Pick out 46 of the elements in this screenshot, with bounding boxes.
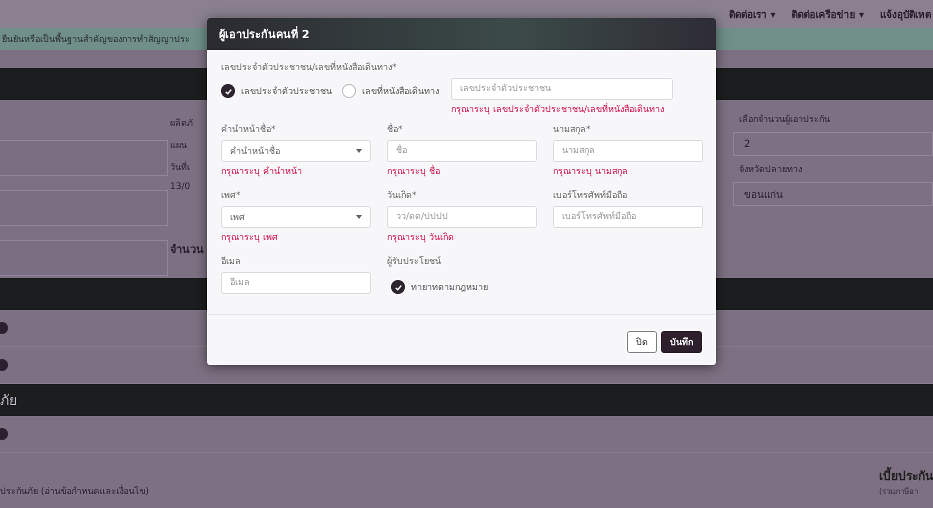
nav-link[interactable]: ติดต่อเครือข่าย ▾ xyxy=(791,6,864,22)
field-label: เลขประจำตัวประชาชน/เลขที่หนังสือเดินทาง* xyxy=(221,60,702,74)
error-text: กรุณาระบุ เลขประจำตัวประชาชน/เลขที่หนังสือเดินทาง xyxy=(451,102,673,116)
error-text: กรุณาระบุ วันเกิด xyxy=(387,232,455,244)
id-number-field[interactable]: เลขประจำตัวประชาชน xyxy=(451,78,673,100)
premium-title: เบี้ยประกัน xyxy=(879,466,933,485)
field-label: เพศ* xyxy=(221,190,242,202)
field-label: อีเมล xyxy=(221,256,242,268)
input-field[interactable]: นามสกุล xyxy=(553,140,703,162)
field-label: คำนำหน้าชื่อ* xyxy=(221,122,387,136)
error-text: กรุณาระบุ ชื่อ xyxy=(387,164,553,178)
form-label: จังหวัดปลายทาง xyxy=(738,164,803,176)
select-field[interactable]: 2 xyxy=(733,132,933,156)
input-field[interactable]: วว/ดด/ปปปป xyxy=(387,206,537,228)
select-field[interactable]: ขอนแก่น xyxy=(733,182,933,206)
caret-icon xyxy=(356,215,362,219)
error-text: กรุณาระบุ เพศ xyxy=(221,232,279,244)
caret-icon xyxy=(356,149,362,153)
select-field[interactable]: เพศ xyxy=(221,206,371,228)
modal-title: ผู้เอาประกันคนที่ 2 xyxy=(219,25,310,43)
error-text: กรุณาระบุ คำนำหน้า xyxy=(221,166,303,178)
radio-option[interactable]: เลขประจำตัวประชาชน xyxy=(221,78,332,98)
field-label: ชื่อ* xyxy=(387,122,553,136)
beneficiary-checkbox[interactable]: ทายาทตามกฎหมาย xyxy=(387,272,553,294)
input-field[interactable]: เบอร์โทรศัพท์มือถือ xyxy=(553,206,703,228)
notice-text: ยืนยันหรือเป็นพื้นฐานสำคัญของการทำสัญญาประ xyxy=(0,32,190,46)
nav-link[interactable]: แจ้งอุบัติเหต xyxy=(880,6,931,22)
field-label: วันเกิด* xyxy=(387,190,418,202)
close-button[interactable]: ปิด xyxy=(627,331,657,353)
terms-text: ประกันภัย (อ่านข้อกำหนดและเงื่อนไข) xyxy=(0,484,149,498)
form-label: เลือกจำนวนผู้เอาประกัน xyxy=(738,114,831,126)
field-label: ผู้รับประโยชน์ xyxy=(387,254,442,268)
save-button[interactable]: บันทึก xyxy=(661,331,702,353)
nav-link[interactable]: ติดต่อเรา ▾ xyxy=(728,6,776,22)
field-label: นามสกุล* xyxy=(553,124,592,136)
count-label: จำนวน xyxy=(170,242,205,258)
form-label: 13/0 xyxy=(170,182,192,192)
field-label: เบอร์โทรศัพท์มือถือ xyxy=(553,188,628,202)
error-text: กรุณาระบุ นามสกุล xyxy=(553,166,629,178)
input-field[interactable]: ชื่อ xyxy=(387,140,537,162)
section-title: ภัย xyxy=(0,392,17,411)
radio-option[interactable]: เลขที่หนังสือเดินทาง xyxy=(342,78,439,98)
form-label: แผน xyxy=(170,140,188,152)
select-field[interactable]: คำนำหน้าชื่อ xyxy=(221,140,371,162)
input-field[interactable]: อีเมล xyxy=(221,272,371,294)
premium-note: (รวมภาษีอา xyxy=(879,486,918,498)
